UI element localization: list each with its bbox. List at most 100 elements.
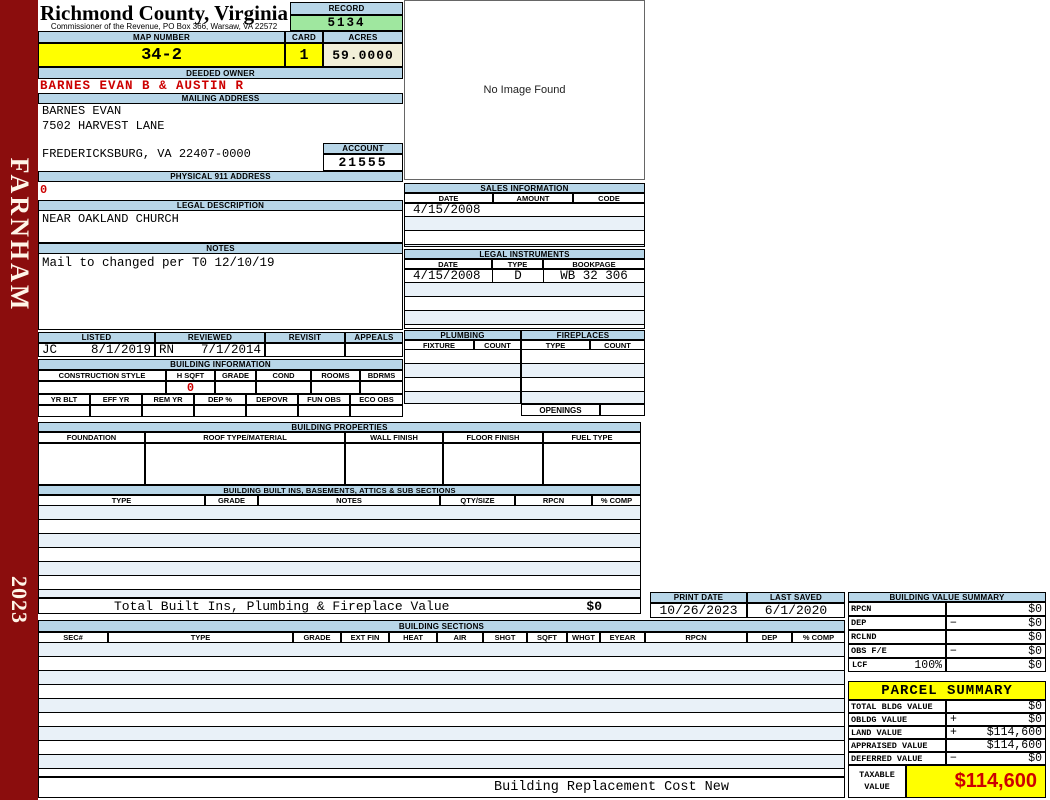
property-image-placeholder: No Image Found bbox=[404, 0, 645, 180]
bvs-rclnd-value: $0 bbox=[1028, 630, 1042, 644]
building-value-summary-header: BUILDING VALUE SUMMARY bbox=[848, 592, 1046, 602]
legal-description-value: NEAR OAKLAND CHURCH bbox=[38, 211, 403, 243]
bvs-obs-label: OBS F/E bbox=[848, 644, 946, 658]
bvs-rpcn-label: RPCN bbox=[848, 602, 946, 616]
ps-appraised-cell: $114,600 bbox=[946, 739, 1046, 752]
grade-header: GRADE bbox=[215, 370, 256, 381]
bvs-lcf-label-cell: LCF 100% bbox=[848, 658, 946, 672]
built-ins-rpcn-header: RPCN bbox=[515, 495, 592, 506]
ps-appraised-label: APPRAISED VALUE bbox=[848, 739, 946, 752]
revisit-value bbox=[265, 343, 345, 357]
mailing-line-1: BARNES EVAN bbox=[42, 104, 122, 118]
bdrms-value bbox=[360, 381, 403, 394]
reviewed-value: RN 7/1/2014 bbox=[155, 343, 265, 357]
last-saved-header: LAST SAVED bbox=[747, 592, 845, 603]
floor-finish-value bbox=[443, 443, 543, 485]
ps-obldg-value: $0 bbox=[1028, 713, 1042, 726]
ps-land-value: $114,600 bbox=[986, 726, 1042, 739]
listed-value: JC 8/1/2019 bbox=[38, 343, 155, 357]
plumbing-count-header: COUNT bbox=[474, 340, 521, 350]
fuel-type-value bbox=[543, 443, 641, 485]
sales-information-header: SALES INFORMATION bbox=[404, 183, 645, 193]
ps-deferred-label: DEFERRED VALUE bbox=[848, 752, 946, 765]
roof-type-value bbox=[145, 443, 345, 485]
tax-year-label: 2023 bbox=[7, 576, 32, 624]
ps-land-cell: + $114,600 bbox=[946, 726, 1046, 739]
rooms-header: ROOMS bbox=[311, 370, 360, 381]
instrument-bookpage-header: BOOKPAGE bbox=[543, 259, 645, 269]
openings-label: OPENINGS bbox=[521, 404, 600, 416]
bvs-lcf-value-cell: $0 bbox=[946, 658, 1046, 672]
map-number-value: 34-2 bbox=[38, 43, 285, 67]
fireplaces-empty-rows bbox=[521, 350, 645, 404]
built-ins-notes-header: NOTES bbox=[258, 495, 440, 506]
building-sections-empty-rows bbox=[38, 643, 845, 777]
yr-blt-header: YR BLT bbox=[38, 394, 90, 405]
building-information-header: BUILDING INFORMATION bbox=[38, 359, 403, 370]
foundation-header: FOUNDATION bbox=[38, 432, 145, 443]
cond-header: COND bbox=[256, 370, 311, 381]
map-number-header: MAP NUMBER bbox=[38, 31, 285, 43]
foundation-value bbox=[38, 443, 145, 485]
ps-deferred-value: $0 bbox=[1028, 752, 1042, 765]
ps-total-bldg-cell: $0 bbox=[946, 700, 1046, 713]
building-properties-header: BUILDING PROPERTIES bbox=[38, 422, 641, 432]
parcel-summary-header: PARCEL SUMMARY bbox=[848, 681, 1046, 700]
acres-value: 59.0000 bbox=[323, 43, 403, 67]
bs-rpcn-header: RPCN bbox=[645, 632, 747, 643]
bs-type-header: TYPE bbox=[108, 632, 293, 643]
listed-date: 8/1/2019 bbox=[90, 343, 151, 357]
card-value: 1 bbox=[285, 43, 323, 67]
mailing-line-2: 7502 HARVEST LANE bbox=[42, 119, 165, 133]
physical-911-value: 0 bbox=[40, 183, 48, 197]
bvs-rclnd-label: RCLND bbox=[848, 630, 946, 644]
instrument-bookpage-value: WB 32 306 bbox=[543, 269, 645, 283]
listed-by: JC bbox=[42, 343, 58, 357]
bvs-dep-value-cell: − $0 bbox=[946, 616, 1046, 630]
sales-date-value: 4/15/2008 bbox=[413, 203, 481, 217]
footer-row: Building Replacement Cost New bbox=[38, 777, 845, 798]
ps-land-op: + bbox=[950, 726, 957, 739]
bs-grade-header: GRADE bbox=[293, 632, 341, 643]
fixture-header: FIXTURE bbox=[404, 340, 474, 350]
listed-header: LISTED bbox=[38, 332, 155, 343]
sales-code-header: CODE bbox=[573, 193, 645, 203]
ps-land-label: LAND VALUE bbox=[848, 726, 946, 739]
county-title: Richmond County, Virginia bbox=[40, 1, 288, 25]
deeded-owner-header: DEEDED OWNER bbox=[38, 67, 403, 79]
openings-value bbox=[600, 404, 645, 416]
mailing-line-3: FREDERICKSBURG, VA 22407-0000 bbox=[42, 147, 251, 161]
legal-instruments-empty-rows bbox=[404, 283, 645, 329]
instrument-date-header: DATE bbox=[404, 259, 492, 269]
built-ins-total-row: Total Built Ins, Plumbing & Fireplace Va… bbox=[38, 598, 641, 614]
sales-empty-rows bbox=[404, 217, 645, 247]
built-ins-comp-header: % COMP bbox=[592, 495, 641, 506]
depovr-value bbox=[246, 405, 298, 417]
bs-sqft-header: SQFT bbox=[527, 632, 567, 643]
record-value: 5134 bbox=[290, 15, 403, 31]
ps-deferred-op: − bbox=[950, 752, 957, 765]
cond-value bbox=[256, 381, 311, 394]
built-ins-total-value: $0 bbox=[586, 598, 602, 614]
sales-row: 4/15/2008 bbox=[404, 203, 645, 217]
sales-amount-header: AMOUNT bbox=[493, 193, 573, 203]
account-value: 21555 bbox=[323, 154, 403, 171]
bvs-obs-value-cell: − $0 bbox=[946, 644, 1046, 658]
ps-obldg-label: OBLDG VALUE bbox=[848, 713, 946, 726]
h-sqft-header: H SQFT bbox=[166, 370, 215, 381]
bvs-rpcn-value-cell: $0 bbox=[946, 602, 1046, 616]
fireplaces-header: FIREPLACES bbox=[521, 330, 645, 340]
bvs-rclnd-value-cell: $0 bbox=[946, 630, 1046, 644]
ps-total-bldg-value: $0 bbox=[1028, 700, 1042, 713]
built-ins-type-header: TYPE bbox=[38, 495, 205, 506]
building-sections-header: BUILDING SECTIONS bbox=[38, 620, 845, 632]
ps-total-bldg-label: TOTAL BLDG VALUE bbox=[848, 700, 946, 713]
bs-whgt-header: WHGT bbox=[567, 632, 600, 643]
print-date-header: PRINT DATE bbox=[650, 592, 747, 603]
eco-obs-header: ECO OBS bbox=[350, 394, 403, 405]
sales-date-header: DATE bbox=[404, 193, 493, 203]
dep-pct-value bbox=[194, 405, 246, 417]
bvs-dep-value: $0 bbox=[1028, 616, 1042, 630]
bs-extfin-header: EXT FIN bbox=[341, 632, 389, 643]
mailing-address-header: MAILING ADDRESS bbox=[38, 93, 403, 104]
